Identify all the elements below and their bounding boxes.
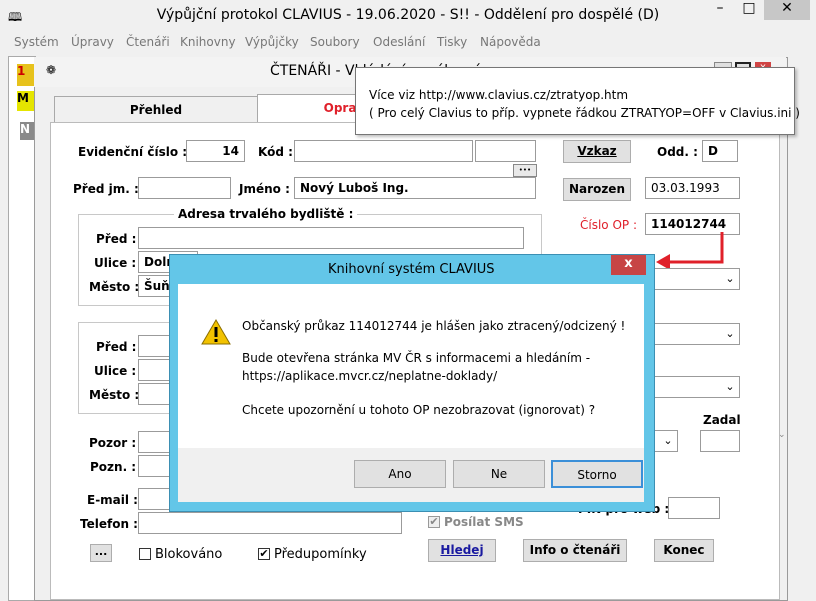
- tooltip-line-1: Více viz http://www.clavius.cz/ztratyop.…: [369, 88, 629, 102]
- chevron-down-icon: ⌄: [722, 377, 738, 397]
- kod-label: Kód :: [258, 145, 293, 159]
- pozor-label: Pozor :: [89, 436, 137, 450]
- ctenari-window-icon: ❁: [46, 63, 57, 77]
- pred-field[interactable]: [138, 227, 524, 249]
- odd-label: Odd. :: [657, 145, 698, 159]
- jmeno-label: Jméno :: [239, 182, 290, 196]
- menu-ctenari[interactable]: Čtenáři: [126, 35, 170, 49]
- scroll-down-icon[interactable]: ⌄: [778, 430, 786, 448]
- ulice-label: Ulice :: [94, 256, 137, 270]
- strip-top-label: 1: [17, 64, 34, 86]
- menu-tisky[interactable]: Tisky: [437, 35, 467, 49]
- menu-vypujcky[interactable]: Výpůjčky: [245, 35, 299, 49]
- hledej-button[interactable]: Hledej: [428, 539, 496, 562]
- dialog-message-line-4: Chcete upozornění u tohoto OP nezobrazov…: [242, 403, 596, 417]
- minimize-button[interactable]: –: [706, 0, 734, 20]
- menu-system[interactable]: Systém: [14, 35, 59, 49]
- kod-field[interactable]: [294, 140, 473, 162]
- pred-jmenem-field[interactable]: [138, 177, 231, 199]
- dialog-message-line-2: Bude otevřena stránka MV ČR s informacem…: [242, 351, 591, 365]
- predupominky-label: Předupomínky: [274, 547, 367, 562]
- menu-napoveda[interactable]: Nápověda: [480, 35, 541, 49]
- app-title: Výpůjční protokol CLAVIUS - 19.06.2020 -…: [156, 7, 660, 23]
- dialog-title: Knihovní systém CLAVIUS: [328, 262, 495, 277]
- ulice2-label: Ulice :: [94, 364, 137, 378]
- predupominky-checkbox[interactable]: ✔: [258, 548, 270, 560]
- dialog-close-button[interactable]: x: [611, 255, 646, 275]
- telefon-field[interactable]: [138, 512, 402, 534]
- chevron-down-icon: ⌄: [660, 431, 676, 451]
- adresa-legend: Adresa trvalého bydliště :: [174, 207, 358, 221]
- dialog-message-line-1: Občanský průkaz 114012744 je hlášen jako…: [242, 319, 626, 333]
- email-label: E-mail :: [87, 493, 138, 507]
- more-button[interactable]: ...: [90, 544, 112, 562]
- info-o-ctenari-button[interactable]: Info o čtenáři: [523, 539, 627, 562]
- close-button[interactable]: ✕: [764, 0, 810, 20]
- pred2-label: Před :: [96, 340, 137, 354]
- menu-knihovny[interactable]: Knihovny: [180, 35, 236, 49]
- red-arrow-icon: [656, 232, 724, 270]
- chevron-down-icon: ⌄: [722, 324, 738, 344]
- vzkaz-button[interactable]: Vzkaz: [563, 140, 631, 163]
- tooltip-line-2: ( Pro celý Clavius to příp. vypnete řádk…: [369, 106, 800, 120]
- zadal-field[interactable]: [700, 430, 740, 452]
- mesto-label: Město :: [89, 280, 140, 294]
- konec-button[interactable]: Konec: [654, 539, 714, 562]
- menu-soubory[interactable]: Soubory: [310, 35, 360, 49]
- mesto2-label: Město :: [89, 388, 140, 402]
- dialog-message-line-3: https://aplikace.mvcr.cz/neplatne-doklad…: [242, 369, 498, 383]
- maximize-button[interactable]: □: [736, 0, 762, 20]
- zadal-label: Zadal: [703, 413, 741, 427]
- posilat-sms-checkbox[interactable]: ✔: [428, 516, 440, 528]
- kod-ellipsis-button[interactable]: •••: [513, 164, 537, 177]
- pred-jmenem-label: Před jm. :: [73, 182, 139, 196]
- pred-label: Před :: [96, 232, 137, 246]
- chevron-down-icon: ⌄: [722, 269, 738, 289]
- pin-field[interactable]: [668, 497, 720, 519]
- evidencni-cislo-field[interactable]: 14: [186, 140, 245, 162]
- odd-field[interactable]: D: [702, 140, 738, 162]
- blokovano-checkbox[interactable]: [139, 548, 151, 560]
- telefon-label: Telefon :: [80, 517, 138, 531]
- storno-button[interactable]: Storno: [551, 460, 643, 488]
- ne-button[interactable]: Ne: [453, 460, 545, 488]
- pozn-label: Pozn. :: [90, 460, 137, 474]
- jmeno-field[interactable]: Nový Luboš Ing.: [294, 177, 536, 199]
- strip-third-label: N: [20, 122, 34, 140]
- tab-prehled[interactable]: Přehled: [54, 96, 258, 123]
- narozen-field[interactable]: 03.03.1993: [645, 177, 740, 199]
- narozen-button[interactable]: Narozen: [563, 178, 631, 201]
- evidencni-cislo-label: Evidenční číslo :: [78, 145, 188, 159]
- cislo-op-label: Číslo OP :: [580, 218, 637, 232]
- posilat-sms-label: Posílat SMS: [444, 515, 524, 529]
- strip-second-label: M: [17, 91, 34, 111]
- blokovano-label: Blokováno: [155, 547, 223, 562]
- menu-upravy[interactable]: Úpravy: [71, 35, 114, 49]
- kod-extra-field[interactable]: [475, 140, 536, 162]
- menu-odeslani[interactable]: Odeslání: [373, 35, 425, 49]
- ano-button[interactable]: Ano: [354, 460, 446, 488]
- warning-icon: [201, 319, 231, 345]
